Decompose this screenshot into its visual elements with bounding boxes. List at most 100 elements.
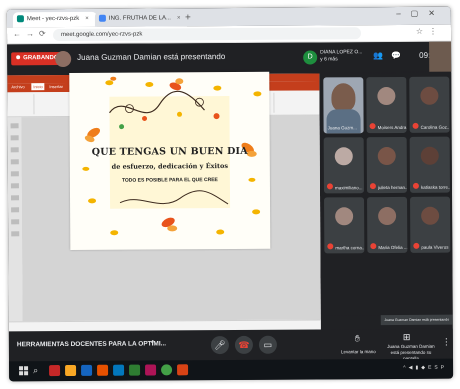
- butterfly-icon: [161, 217, 178, 232]
- search-icon[interactable]: ⌕: [33, 365, 38, 376]
- thumbnail[interactable]: [10, 183, 19, 189]
- thumbnail[interactable]: [10, 147, 19, 153]
- ribbon-tab[interactable]: Inicio: [31, 83, 45, 91]
- participant-tile[interactable]: Juana Guzm...: [323, 77, 364, 134]
- close-tab-icon[interactable]: ×: [177, 15, 181, 21]
- raise-hand-icon[interactable]: ✋︎: [355, 333, 360, 344]
- taskbar-app-icon[interactable]: [81, 364, 93, 376]
- meet-header-icons[interactable]: 👥💬: [373, 51, 409, 60]
- camera-button[interactable]: ▭: [258, 335, 277, 354]
- window-controls[interactable]: –▢✕: [396, 9, 445, 18]
- participant-avatar: [377, 146, 396, 166]
- powerpoint-icon[interactable]: [177, 364, 189, 376]
- mic-off-icon: [412, 182, 419, 189]
- present-screen-icon[interactable]: ⊞: [403, 332, 411, 343]
- participant-avatar: [335, 207, 354, 226]
- slide-subtitle: de esfuerzo, dedicación y Éxitos: [111, 162, 229, 171]
- participant-tile[interactable]: julieta hernan...: [366, 136, 407, 194]
- thumbnail[interactable]: [10, 159, 19, 165]
- participant-grid: Juana Guzm... Moisers Andra... Carolina …: [321, 72, 453, 316]
- mic-off-icon: [369, 123, 376, 130]
- record-dot-icon: [16, 55, 21, 60]
- new-tab-icon[interactable]: +: [185, 11, 191, 25]
- participant-name: Juana Guzm...: [327, 125, 357, 131]
- windows-start-icon[interactable]: [19, 366, 29, 376]
- doc-favicon-icon: [98, 14, 106, 22]
- thumbnail[interactable]: [10, 135, 19, 141]
- meeting-name[interactable]: HERRAMIENTAS DOCENTES PARA LA OPTIMI...: [17, 340, 166, 348]
- meet-favicon-icon: [16, 15, 24, 23]
- participant-tile[interactable]: Maria Ofelia ...: [367, 196, 408, 254]
- thumbnail[interactable]: [10, 123, 19, 129]
- butterfly-icon: [105, 76, 117, 86]
- participant-tile[interactable]: Carolina Goz...: [409, 76, 450, 133]
- participant-name: maximiliano...: [334, 185, 363, 191]
- thumbnail[interactable]: [11, 219, 20, 225]
- participant-name: paula Viveros: [421, 244, 449, 250]
- taskbar-app-icon[interactable]: [97, 364, 109, 376]
- end-call-button[interactable]: ☎︎: [234, 335, 253, 354]
- thumbnail[interactable]: [10, 171, 19, 177]
- thumbnail[interactable]: [11, 207, 20, 213]
- participant-tile[interactable]: maximiliano...: [323, 137, 364, 194]
- butterfly-icon: [88, 198, 97, 204]
- thumbnail[interactable]: [11, 231, 20, 237]
- taskbar-app-icon[interactable]: [145, 364, 157, 376]
- navigation-icons[interactable]: ←→⟳: [13, 29, 51, 38]
- participant-avatar: [420, 146, 439, 165]
- close-tab-icon[interactable]: ×: [85, 16, 89, 22]
- participant-chip-name[interactable]: DIANA LOPEZ O... y 6 más: [320, 49, 364, 63]
- presenting-text: Juana Guzman Damian está presentando: [77, 52, 226, 62]
- thumbnail[interactable]: [11, 195, 20, 201]
- presenting-toast: Juana Guzman Damian está presentando: [380, 314, 453, 326]
- folder-icon[interactable]: [65, 364, 77, 377]
- participant-name: martha corna...: [335, 245, 365, 251]
- raise-hand-label[interactable]: Levantar la mano: [341, 349, 376, 354]
- butterfly-icon: [216, 229, 225, 235]
- flower-dot: [213, 113, 220, 120]
- browser-menu-icons[interactable]: ☆⋮: [416, 27, 443, 36]
- flower-dot: [142, 116, 148, 122]
- participant-avatar: [420, 86, 439, 105]
- mic-off-icon: [369, 183, 376, 190]
- participant-tile[interactable]: katiaska torre...: [409, 136, 450, 193]
- slide-headline: QUE TENGAS UN BUEN DIA: [91, 145, 248, 158]
- participant-tile[interactable]: Moisers Andra...: [366, 76, 407, 134]
- clipboard-group[interactable]: [9, 94, 35, 115]
- taskbar-app-icon[interactable]: [129, 364, 141, 376]
- participant-tile[interactable]: paula Viveros: [410, 196, 451, 253]
- participant-name: Carolina Goz...: [420, 124, 450, 130]
- participant-video: [331, 83, 356, 112]
- mic-off-icon: [327, 243, 334, 250]
- mic-off-icon: [370, 243, 377, 250]
- participant-tile[interactable]: martha corna...: [324, 197, 365, 254]
- system-tray[interactable]: ^◀▮◆ESP: [403, 365, 447, 371]
- butterfly-icon: [145, 81, 154, 87]
- taskbar-app-icon[interactable]: [49, 365, 61, 377]
- slide-tagline: TODO ES POSIBLE PARA EL QUE CREE: [121, 177, 218, 184]
- current-slide[interactable]: QUE TENGAS UN BUEN DIA de esfuerzo, dedi…: [69, 71, 271, 250]
- presenter-avatar: [55, 50, 72, 68]
- participant-chip-avatar[interactable]: D: [303, 50, 318, 65]
- editing-group[interactable]: [275, 92, 317, 112]
- participant-avatar: [378, 206, 397, 226]
- tab-label: Meet - yec-rzvs-pzk: [26, 15, 80, 23]
- ribbon-tab[interactable]: Insertar: [49, 84, 63, 89]
- url-field[interactable]: meet.google.com/yec-rzvs-pzk: [52, 27, 362, 42]
- ribbon-tab[interactable]: Archivo: [11, 84, 24, 89]
- browser-tab-meet[interactable]: Meet - yec-rzvs-pzk ×: [12, 11, 97, 28]
- self-view-thumbnail[interactable]: [429, 41, 452, 72]
- more-options-icon[interactable]: ⋮: [442, 337, 451, 348]
- participant-name: Moisers Andra...: [377, 124, 407, 131]
- participant-name: katiaska torre...: [420, 184, 450, 190]
- microphone-button[interactable]: 🎤︎: [210, 336, 229, 355]
- recording-label: GRABANDO: [23, 55, 59, 62]
- slide-decoration: [82, 76, 262, 236]
- edge-icon[interactable]: [113, 364, 125, 376]
- butterfly-icon: [253, 91, 262, 97]
- butterfly-icon: [213, 85, 222, 91]
- tab-label: ING. FRUTHA DE LA...: [108, 15, 171, 22]
- chrome-icon[interactable]: [161, 364, 173, 376]
- browser-tab-second[interactable]: ING. FRUTHA DE LA... ×: [94, 11, 187, 27]
- chevron-up-icon[interactable]: ^: [151, 338, 155, 347]
